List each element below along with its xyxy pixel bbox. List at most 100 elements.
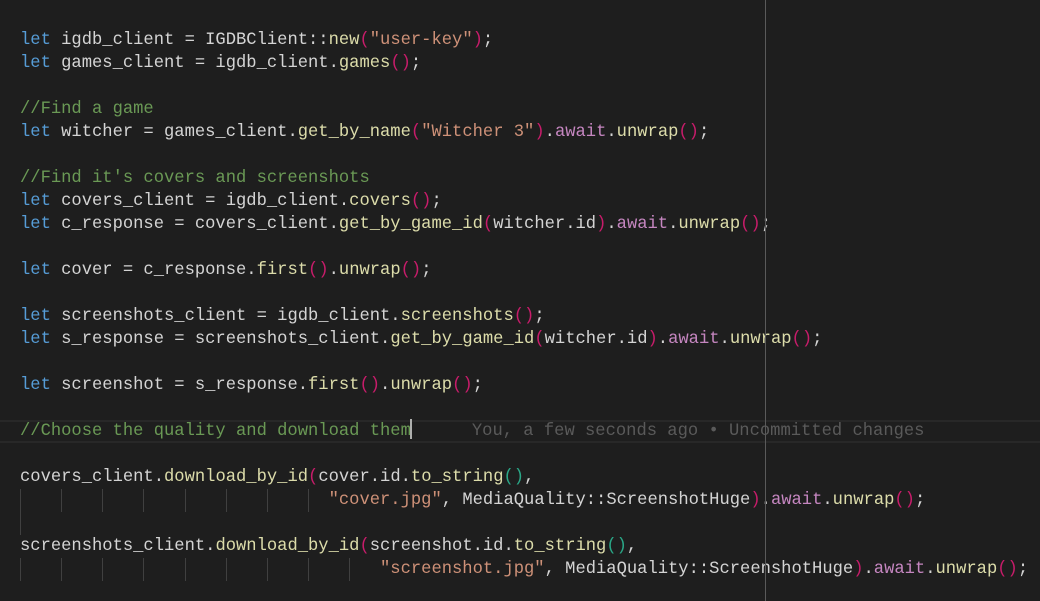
indent-guide	[225, 489, 227, 512]
token-var: witcher.id	[493, 215, 597, 234]
token-fn: get_by_name	[297, 123, 411, 142]
token-p1: ()	[359, 376, 381, 395]
code-line[interactable]: let cover = c_response.first().unwrap();	[0, 259, 1040, 282]
token-punc: ,	[524, 468, 535, 487]
token-punc: .	[544, 123, 555, 142]
indent-guide	[20, 558, 21, 581]
indent-guide	[308, 558, 310, 581]
token-kw: let	[20, 31, 51, 50]
indent-guide	[20, 489, 21, 512]
token-var: screenshots_client.	[20, 537, 216, 556]
code-line[interactable]: ​	[0, 443, 1040, 466]
token-var: covers_client.	[20, 468, 165, 487]
token-await: await	[554, 123, 607, 142]
token-kw: let	[20, 330, 51, 349]
indent-guide	[225, 558, 227, 581]
token-type: , MediaQuality::ScreenshotHuge	[544, 560, 854, 579]
token-fn: get_by_game_id	[338, 215, 483, 234]
token-fn: new	[328, 31, 360, 50]
token-punc: ;	[482, 31, 494, 50]
token-p1: (	[359, 537, 370, 556]
code-line[interactable]: //Find a game	[0, 98, 1040, 121]
code-line[interactable]: let screenshot = s_response.first().unwr…	[0, 374, 1040, 397]
token-var: c_response = covers_client.	[50, 215, 339, 234]
token-str: "Witcher 3"	[421, 123, 535, 142]
token-punc: ;	[914, 491, 926, 510]
code-line[interactable]: ​	[0, 282, 1040, 305]
token-punc: .	[606, 123, 617, 142]
indent-guide	[102, 489, 104, 512]
code-editor[interactable]: let igdb_client = IGDBClient::new("user-…	[0, 29, 1040, 581]
token-p1: (	[482, 215, 494, 234]
token-p1: )	[472, 31, 483, 50]
token-p1: ()	[390, 54, 411, 73]
code-line[interactable]: ​	[0, 144, 1040, 167]
code-line[interactable]: ​	[0, 397, 1040, 420]
token-p1: ()	[997, 560, 1018, 579]
token-punc: .	[668, 215, 679, 234]
code-line[interactable]: let screenshots_client = igdb_client.scr…	[0, 305, 1040, 328]
token-var	[20, 560, 380, 579]
indent-guide	[266, 489, 268, 512]
indent-guide	[143, 489, 145, 512]
token-var: screenshots_client = igdb_client.	[50, 307, 401, 326]
code-line[interactable]: ​	[0, 351, 1040, 374]
git-blame-annotation: You, a few seconds ago • Uncommitted cha…	[471, 422, 925, 441]
indent-guide	[266, 558, 268, 581]
code-line[interactable]: ​	[0, 236, 1040, 259]
token-punc: ;	[698, 123, 710, 142]
indent-guide	[61, 489, 63, 512]
token-fn: games	[338, 54, 391, 73]
indent-guide	[349, 558, 351, 581]
code-line[interactable]: ​	[0, 75, 1040, 98]
token-fn: to_string	[410, 468, 504, 487]
token-fn: unwrap	[935, 560, 998, 579]
token-fn: unwrap	[616, 123, 679, 142]
token-punc: .	[328, 261, 339, 280]
token-var: witcher = games_client.	[50, 123, 298, 142]
indent-guide	[102, 558, 104, 581]
token-var: witcher.id	[544, 330, 648, 349]
token-punc: ,	[626, 537, 638, 556]
code-line[interactable]: ​	[0, 512, 1040, 535]
indent-guide	[308, 489, 310, 512]
code-line-current[interactable]: //Choose the quality and download them Yo…	[0, 418, 1040, 443]
token-punc: .	[863, 560, 874, 579]
token-fn: first	[308, 376, 360, 395]
code-line[interactable]: //Find it's covers and screenshots	[0, 167, 1040, 190]
code-line[interactable]: let games_client = igdb_client.games();	[0, 52, 1040, 75]
token-fn: unwrap	[832, 491, 895, 510]
code-line[interactable]: let igdb_client = IGDBClient::new("user-…	[0, 29, 1040, 52]
token-fn: unwrap	[338, 261, 401, 280]
code-line[interactable]: "screenshot.jpg", MediaQuality::Screensh…	[0, 558, 1040, 581]
token-str: "user-key"	[369, 31, 473, 50]
token-p1: ()	[400, 261, 422, 280]
token-punc: .	[719, 330, 730, 349]
token-kw: let	[20, 376, 51, 395]
token-kw: let	[20, 261, 51, 280]
token-fn: to_string	[513, 537, 607, 556]
code-line[interactable]: let s_response = screenshots_client.get_…	[0, 328, 1040, 351]
token-punc: ;	[410, 54, 422, 73]
indent-guide	[20, 512, 21, 535]
token-fn: unwrap	[390, 376, 453, 395]
token-punc: ;	[431, 192, 442, 211]
token-var: screenshot = s_response.	[50, 376, 309, 395]
code-line[interactable]: covers_client.download_by_id(cover.id.to…	[0, 466, 1040, 489]
code-line[interactable]: let witcher = games_client.get_by_name("…	[0, 121, 1040, 144]
token-punc: ;	[472, 376, 483, 395]
token-str: "cover.jpg"	[328, 491, 442, 510]
token-var	[20, 491, 329, 510]
code-line[interactable]: screenshots_client.download_by_id(screen…	[0, 535, 1040, 558]
token-p1: ()	[513, 307, 535, 326]
token-p1: )	[647, 330, 658, 349]
token-p1: ()	[740, 215, 761, 234]
code-line[interactable]: "cover.jpg", MediaQuality::ScreenshotHug…	[0, 489, 1040, 512]
token-punc: ;	[421, 261, 432, 280]
token-p1: ()	[791, 330, 813, 349]
token-await: await	[770, 491, 823, 510]
token-p1: ()	[452, 376, 473, 395]
code-line[interactable]: let covers_client = igdb_client.covers()…	[0, 190, 1040, 213]
code-line[interactable]: let c_response = covers_client.get_by_ga…	[0, 213, 1040, 236]
token-p1: )	[596, 215, 607, 234]
